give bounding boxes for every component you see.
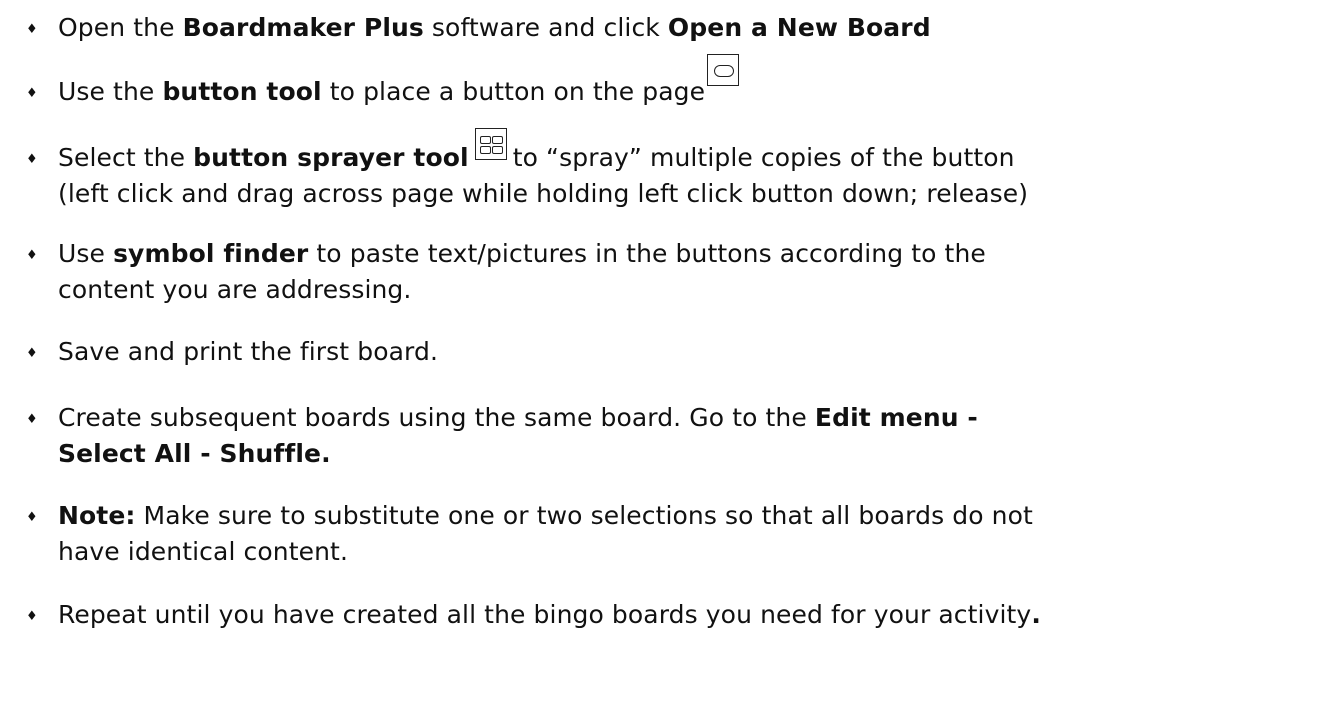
bullet-icon: ♦ xyxy=(26,152,38,167)
bullet-icon: ♦ xyxy=(26,510,38,525)
instructions-slide: ♦ Open the Boardmaker Plus software and … xyxy=(0,0,1330,727)
step-text: Repeat until you have created all the bi… xyxy=(58,600,1041,629)
step-text: Open the Boardmaker Plus software and cl… xyxy=(58,13,931,42)
step-text: Select the button sprayer tool to “spray”… xyxy=(58,128,1318,212)
step-text: Use the button tool to place a button on… xyxy=(58,54,1318,110)
step-text: Use symbol finder to paste text/pictures… xyxy=(58,239,986,304)
bullet-icon: ♦ xyxy=(26,346,38,361)
bullet-icon: ♦ xyxy=(26,248,38,263)
step-text: Create subsequent boards using the same … xyxy=(58,403,978,468)
button-sprayer-tool-icon xyxy=(474,128,507,160)
step-text: Save and print the first board. xyxy=(58,337,438,366)
bullet-icon: ♦ xyxy=(26,86,38,101)
step-text: Note: Make sure to substitute one or two… xyxy=(58,501,1033,566)
bullet-icon: ♦ xyxy=(26,412,38,427)
bullet-icon: ♦ xyxy=(26,609,38,624)
button-tool-icon xyxy=(707,54,740,86)
bullet-icon: ♦ xyxy=(26,22,38,37)
